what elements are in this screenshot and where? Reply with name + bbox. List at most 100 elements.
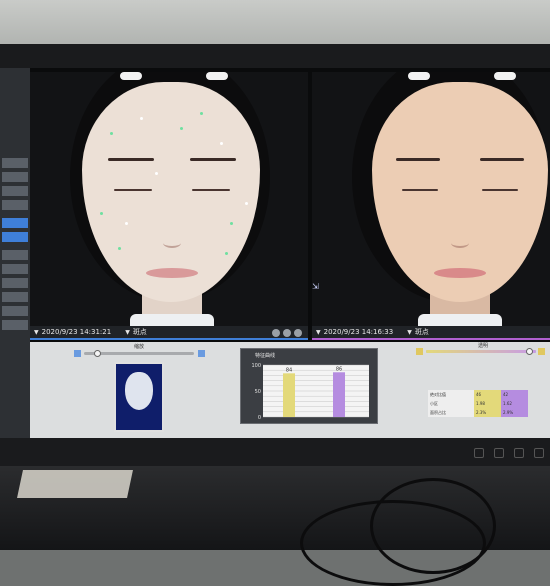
monitor-button-icon[interactable] xyxy=(494,448,504,458)
opacity-slider[interactable] xyxy=(426,348,536,355)
spot-marker xyxy=(140,117,143,120)
toolbar-button[interactable] xyxy=(2,158,28,168)
right-timestamp: 2020/9/23 14:16:33 xyxy=(323,328,394,336)
slider-handle[interactable] xyxy=(94,350,101,357)
mode-dropdown[interactable]: ▼ 斑点 xyxy=(125,327,147,337)
y-tick-label: 100 xyxy=(251,363,261,369)
cursor-icon: ⇲ xyxy=(312,282,319,291)
head-clip xyxy=(494,72,516,80)
caption-icons xyxy=(272,329,302,337)
zoom-slider[interactable] xyxy=(84,350,194,357)
desk-paper xyxy=(17,470,133,498)
bar xyxy=(333,372,345,417)
toolbar-button[interactable] xyxy=(2,306,28,316)
table-cell-left: 1.98 xyxy=(474,399,501,408)
eye xyxy=(192,189,230,191)
bar-value-label: 86 xyxy=(336,366,342,372)
refresh-icon[interactable] xyxy=(283,329,291,337)
monitor-button-icon[interactable] xyxy=(474,448,484,458)
bar-chart: 0 50 100 84 86 xyxy=(251,363,369,421)
spot-marker xyxy=(225,252,228,255)
nose xyxy=(451,238,469,248)
spot-marker xyxy=(200,112,203,115)
table-row-label: 绝对比值 xyxy=(428,390,474,399)
table-cell-right: 1.62 xyxy=(501,399,528,408)
spot-marker xyxy=(180,127,183,130)
stats-table: 绝对比值 46 42 小区 1.98 1.62 面积占比 2.3% 2.9% xyxy=(428,390,528,418)
thumbnail-face xyxy=(125,372,153,410)
y-tick-label: 0 xyxy=(258,415,261,421)
spot-marker xyxy=(125,222,128,225)
mode-label: 斑点 xyxy=(132,328,147,336)
gear-icon[interactable] xyxy=(294,329,302,337)
table-cell-left: 46 xyxy=(474,390,501,399)
bar xyxy=(283,373,295,417)
slider-min-button[interactable] xyxy=(74,350,81,357)
table-cell-right: 42 xyxy=(501,390,528,399)
slider-handle[interactable] xyxy=(526,348,533,355)
zoom-slider-label: 缩放 xyxy=(134,344,145,350)
head-clip xyxy=(206,72,228,80)
eyebrow xyxy=(480,158,524,161)
left-timestamp: 2020/9/23 14:31:21 xyxy=(41,328,112,336)
head-clip xyxy=(120,72,142,80)
spot-marker xyxy=(245,202,248,205)
left-toolbar xyxy=(0,68,30,438)
toolbar-button[interactable] xyxy=(2,320,28,330)
spot-marker xyxy=(220,142,223,145)
table-cell-right: 2.9% xyxy=(501,408,528,417)
nose xyxy=(163,238,181,248)
toolbar-button[interactable] xyxy=(2,264,28,274)
lips xyxy=(146,268,198,278)
feature-chart: 特征曲线 0 50 100 84 86 xyxy=(240,348,378,424)
spot-marker xyxy=(100,212,103,215)
toolbar-button[interactable] xyxy=(2,250,28,260)
toolbar-button[interactable] xyxy=(2,186,28,196)
eyebrow xyxy=(108,158,154,161)
lips xyxy=(434,268,486,278)
face-thumbnail[interactable] xyxy=(114,362,164,432)
slider-max-button[interactable] xyxy=(198,350,205,357)
table-cell-left: 2.3% xyxy=(474,408,501,417)
y-tick-label: 50 xyxy=(255,389,261,395)
toolbar-button[interactable] xyxy=(2,292,28,302)
toolbar-button-active[interactable] xyxy=(2,232,28,242)
slider-min-button[interactable] xyxy=(416,348,423,355)
right-image-caption: ▼ 2020/9/23 14:16:33 ▼ 斑点 xyxy=(312,326,550,340)
table-row-label: 小区 xyxy=(428,399,474,408)
dropdown-icon[interactable]: ▼ xyxy=(34,329,39,336)
eye xyxy=(402,189,438,191)
bar-value-label: 84 xyxy=(286,367,292,373)
mode-dropdown[interactable]: ▼ 斑点 xyxy=(407,327,429,337)
table-row-label: 面积占比 xyxy=(428,408,474,417)
settings-icon[interactable] xyxy=(272,329,280,337)
slider-max-button[interactable] xyxy=(538,348,545,355)
eye xyxy=(114,189,152,191)
background-wall xyxy=(0,0,550,50)
face-image-left[interactable] xyxy=(30,72,308,328)
toolbar-button[interactable] xyxy=(2,200,28,210)
monitor-buttons xyxy=(474,448,544,458)
dropdown-icon[interactable]: ▼ xyxy=(316,329,321,336)
spot-marker xyxy=(110,132,113,135)
left-image-caption: ▼ 2020/9/23 14:31:21 ▼ 斑点 xyxy=(30,326,308,340)
monitor-button-icon[interactable] xyxy=(534,448,544,458)
dropdown-icon: ▼ xyxy=(407,329,412,336)
toolbar-button-active[interactable] xyxy=(2,218,28,228)
analysis-panel: 缩放 特征曲线 0 50 100 84 86 透明 绝对比值 46 42 小区 1.98 1.62… xyxy=(30,342,550,438)
spot-marker xyxy=(230,222,233,225)
cable xyxy=(300,500,486,586)
spot-marker xyxy=(118,247,121,250)
toolbar-button[interactable] xyxy=(2,278,28,288)
app-screen: ⇲ ▼ 2020/9/23 14:31:21 ▼ 斑点 ▼ 2020/9/23 1… xyxy=(0,68,550,438)
dropdown-icon: ▼ xyxy=(125,329,130,336)
monitor-button-icon[interactable] xyxy=(514,448,524,458)
eyebrow xyxy=(396,158,440,161)
head-clip xyxy=(408,72,430,80)
eyebrow xyxy=(190,158,236,161)
eye xyxy=(482,189,518,191)
slider-fill xyxy=(426,350,536,353)
mode-label: 斑点 xyxy=(414,328,429,336)
toolbar-button[interactable] xyxy=(2,172,28,182)
face-image-right[interactable]: ⇲ xyxy=(312,72,550,328)
